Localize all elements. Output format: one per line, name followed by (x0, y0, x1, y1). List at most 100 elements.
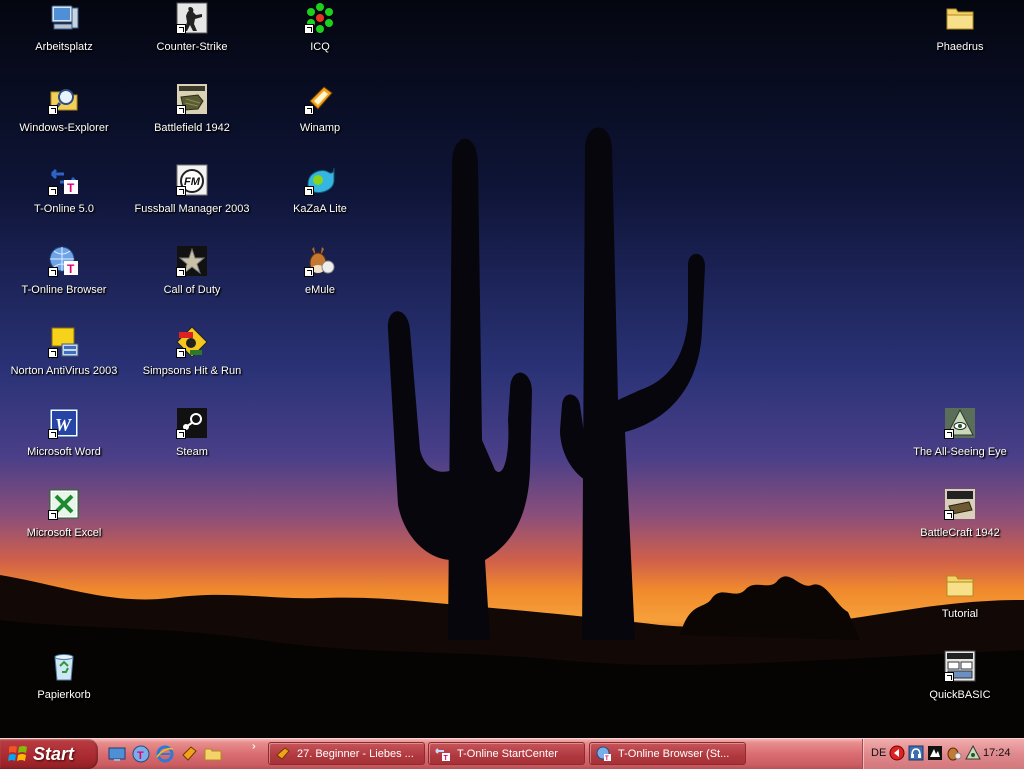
shortcut-arrow-icon (176, 105, 186, 115)
icon-label: eMule (305, 284, 335, 296)
desktop-icon-windows-explorer[interactable]: Windows-Explorer (2, 81, 126, 151)
desktop-icon-papierkorb[interactable]: Papierkorb (2, 648, 126, 718)
shortcut-arrow-icon (944, 672, 954, 682)
shortcut-arrow-icon (176, 186, 186, 196)
shortcut-arrow-icon (48, 510, 58, 520)
microsoft-word-icon: W (48, 407, 80, 439)
desktop-icon-battlecraft-1942[interactable]: BattleCraft 1942 (898, 486, 1022, 556)
desktop-icon-call-of-duty[interactable]: Call of Duty (130, 243, 254, 313)
shortcut-arrow-icon (176, 24, 186, 34)
icon-label: Winamp (299, 122, 341, 134)
system-tray: DE 17:24 (862, 739, 1024, 769)
shortcut-arrow-icon (48, 348, 58, 358)
desktop-icon-t-online-5[interactable]: T T-Online 5.0 (2, 162, 126, 232)
monitor-icon[interactable] (927, 745, 943, 761)
windows-logo-icon (8, 746, 27, 761)
simpsons-hit-and-run-icon (176, 326, 208, 358)
icon-label: Steam (176, 446, 208, 458)
fussball-manager-icon: FM (176, 164, 208, 196)
quick-launch-chevron-icon[interactable]: ›› (252, 741, 255, 752)
desktop-icon-battlefield-1942[interactable]: Battlefield 1942 (130, 81, 254, 151)
icon-label: Fussball Manager 2003 (134, 203, 250, 215)
desktop-icon-emule[interactable]: eMule (258, 243, 382, 313)
task-button-beginner[interactable]: 27. Beginner - Liebes ... (268, 742, 425, 765)
desktop-icon-fussball-manager[interactable]: FM Fussball Manager 2003 (130, 162, 254, 232)
desktop-icon-norton-antivirus[interactable]: Norton AntiVirus 2003 (2, 324, 126, 394)
icon-label: Call of Duty (163, 284, 221, 296)
t-online-icon[interactable]: T (132, 745, 150, 763)
tray-icons (889, 745, 981, 761)
my-computer-icon (48, 2, 80, 34)
desktop-icon-all-seeing-eye[interactable]: The All-Seeing Eye (898, 405, 1022, 475)
all-seeing-eye-icon (944, 407, 976, 439)
internet-explorer-icon[interactable] (156, 745, 174, 763)
desktop-icon-microsoft-excel[interactable]: Microsoft Excel (2, 486, 126, 556)
icon-label: BattleCraft 1942 (920, 527, 1000, 539)
icon-label: Norton AntiVirus 2003 (10, 365, 118, 377)
svg-text:FM: FM (184, 176, 201, 188)
tray-clock[interactable]: 17:24 (983, 747, 1011, 759)
icon-label: Battlefield 1942 (154, 122, 230, 134)
winamp-icon (276, 746, 290, 760)
task-button-t-online-startcenter[interactable]: T T-Online StartCenter (428, 742, 585, 765)
desktop-icon-arbeitsplatz[interactable]: Arbeitsplatz (2, 0, 126, 70)
desktop-icon-simpsons-hit-and-run[interactable]: Simpsons Hit & Run (130, 324, 254, 394)
icon-label: Tutorial (941, 608, 979, 620)
steam-icon (176, 407, 208, 439)
svg-text:T: T (444, 755, 449, 762)
taskbar: Start T ›› 27. Beginner - Liebes ... T T… (0, 738, 1024, 769)
icon-label: Simpsons Hit & Run (142, 365, 242, 377)
icon-label: Microsoft Excel (26, 527, 102, 539)
folder-icon[interactable] (204, 745, 222, 763)
icon-label: ICQ (310, 41, 330, 53)
winamp-icon (304, 83, 336, 115)
svg-text:T: T (137, 750, 144, 762)
back-arrow-icon[interactable] (889, 745, 905, 761)
desktop-icon-t-online-browser[interactable]: T T-Online Browser (2, 243, 126, 313)
folder-icon (944, 2, 976, 34)
icon-label: Arbeitsplatz (35, 41, 93, 53)
shortcut-arrow-icon (48, 186, 58, 196)
desktop-icon-steam[interactable]: Steam (130, 405, 254, 475)
norton-antivirus-icon (48, 326, 80, 358)
icon-label: KaZaA Lite (293, 203, 347, 215)
all-seeing-eye-icon[interactable] (965, 745, 981, 761)
icon-label: T-Online Browser (21, 284, 107, 296)
shortcut-arrow-icon (48, 105, 58, 115)
emule-mule-icon[interactable] (946, 745, 962, 761)
desktop-icon-icq[interactable]: ICQ (258, 0, 382, 70)
desktop-icon-tutorial[interactable]: Tutorial (898, 567, 1022, 637)
icon-label: QuickBASIC (929, 689, 991, 701)
start-button[interactable]: Start (0, 739, 98, 769)
icon-label: Windows-Explorer (19, 122, 109, 134)
show-desktop-icon[interactable] (108, 745, 126, 763)
globe-t-online-icon: T (48, 245, 80, 277)
kazaa-lite-icon (304, 164, 336, 196)
shortcut-arrow-icon (304, 186, 314, 196)
emule-mule-icon (304, 245, 336, 277)
battlefield-1942-icon (176, 83, 208, 115)
desktop-icon-kazaa-lite[interactable]: KaZaA Lite (258, 162, 382, 232)
quickbasic-icon (944, 650, 976, 682)
winamp-icon[interactable] (180, 745, 198, 763)
icon-label: Phaedrus (936, 41, 984, 53)
icq-flower-icon (304, 2, 336, 34)
call-of-duty-star-icon (176, 245, 208, 277)
task-button-t-online-browser[interactable]: T T-Online Browser (St... (589, 742, 746, 765)
counter-strike-icon (176, 2, 208, 34)
desktop-icon-quickbasic[interactable]: QuickBASIC (898, 648, 1022, 718)
desktop-icon-counter-strike[interactable]: Counter-Strike (130, 0, 254, 70)
svg-text:T: T (67, 262, 75, 276)
recycle-bin-icon (48, 650, 80, 682)
desktop-icon-microsoft-word[interactable]: W Microsoft Word (2, 405, 126, 475)
shortcut-arrow-icon (48, 267, 58, 277)
quick-launch-bar: T (108, 744, 222, 764)
desktop-icon-winamp[interactable]: Winamp (258, 81, 382, 151)
svg-text:T: T (67, 181, 75, 195)
shortcut-arrow-icon (304, 105, 314, 115)
shortcut-arrow-icon (176, 267, 186, 277)
desktop-icon-phaedrus[interactable]: Phaedrus (898, 0, 1022, 70)
headset-icon[interactable] (908, 745, 924, 761)
language-indicator[interactable]: DE (871, 747, 886, 759)
folder-search-icon (48, 83, 80, 115)
